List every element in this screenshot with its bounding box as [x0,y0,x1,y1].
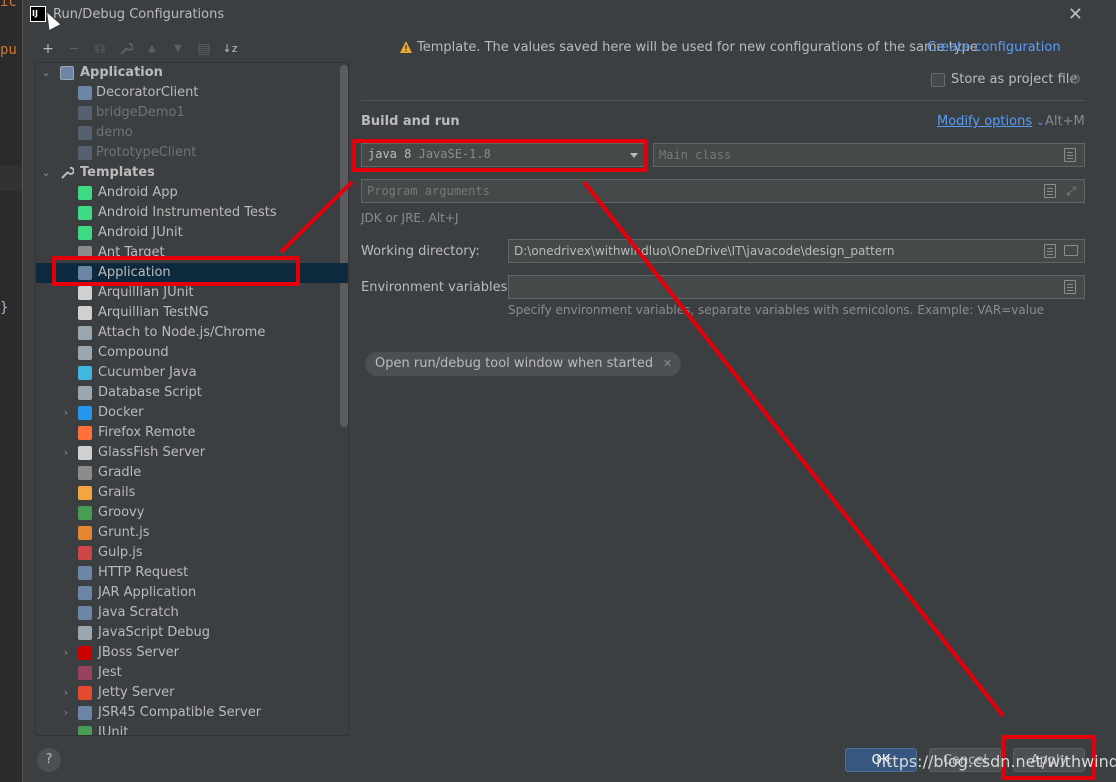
annotation-arrow [582,180,1005,718]
annotation-arrows [279,180,1005,718]
watermark: https://blog.csdn.net/withwindluo [876,752,1116,771]
annotation-arrow [279,180,354,254]
